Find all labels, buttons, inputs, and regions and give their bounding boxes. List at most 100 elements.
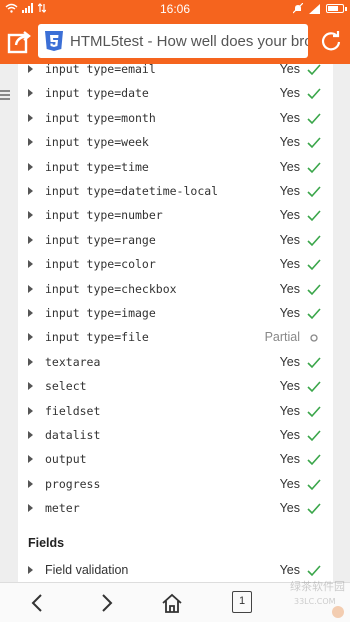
feature-label: meter [45, 501, 80, 516]
expand-arrow-icon[interactable] [28, 382, 33, 391]
expand-arrow-icon[interactable] [28, 309, 33, 317]
check-icon [307, 64, 321, 76]
feature-result: Partial [264, 330, 300, 345]
feature-row[interactable]: input type=color Yes [18, 253, 333, 277]
check-icon [307, 88, 321, 100]
reload-icon[interactable] [320, 30, 342, 52]
feature-result: Yes [279, 428, 300, 442]
status-icons-right [293, 3, 347, 14]
feature-row[interactable]: datalist Yes [18, 424, 333, 448]
feature-result: Yes [279, 476, 300, 491]
feature-result: Yes [279, 110, 300, 125]
check-icon [307, 503, 321, 515]
expand-arrow-icon[interactable] [28, 333, 33, 342]
expand-arrow-icon[interactable] [28, 357, 33, 366]
check-icon [307, 235, 321, 246]
check-icon [307, 137, 321, 149]
expand-arrow-icon[interactable] [28, 162, 33, 171]
feature-row[interactable]: select Yes [18, 375, 333, 399]
feature-result: Yes [279, 232, 300, 247]
expand-arrow-icon[interactable] [28, 211, 33, 220]
results-card: Fields input type=email Yes input type=dat… [18, 64, 333, 582]
check-icon [307, 406, 321, 417]
partial-circle-icon [310, 334, 318, 343]
notification-off-icon [293, 3, 303, 14]
feature-result: Yes [279, 159, 300, 174]
check-icon [307, 284, 321, 295]
share-icon[interactable] [6, 27, 34, 55]
feature-label: input type=image [45, 306, 156, 320]
feature-label: input type=email [45, 64, 156, 76]
expand-arrow-icon[interactable] [28, 89, 33, 98]
expand-arrow-icon[interactable] [28, 187, 33, 195]
feature-row[interactable]: input type=file Partial [18, 326, 333, 350]
expand-arrow-icon[interactable] [28, 235, 33, 244]
expand-arrow-icon[interactable] [28, 65, 33, 73]
feature-row[interactable]: input type=number Yes [18, 204, 333, 228]
feature-row[interactable]: input type=range Yes [18, 229, 333, 253]
expand-arrow-icon[interactable] [28, 260, 33, 269]
check-icon [307, 430, 321, 442]
feature-row[interactable]: input type=datetime-local Yes [18, 180, 333, 204]
feature-row[interactable]: input type=date Yes [18, 82, 333, 106]
page-title: HTML5test - How well does your browser s… [70, 32, 308, 50]
feature-label: input type=date [45, 86, 149, 101]
feature-label: datalist [45, 428, 101, 442]
watermark-text: 绿茶软件园 [290, 579, 345, 593]
feature-row[interactable]: input type=checkbox Yes [18, 278, 333, 302]
check-icon [307, 210, 321, 222]
page-content[interactable]: Fields input type=email Yes input type=dat… [0, 64, 350, 582]
feature-label: input type=file [45, 330, 149, 345]
check-icon [307, 186, 321, 198]
feature-result: Yes [279, 184, 300, 198]
feature-label: progress [45, 476, 101, 491]
feature-result: Yes [279, 208, 300, 223]
expand-arrow-icon[interactable] [28, 431, 33, 439]
address-bar[interactable]: HTML5test - How well does your browser s… [38, 24, 308, 58]
expand-arrow-icon[interactable] [28, 113, 33, 122]
side-menu-icon[interactable] [0, 90, 10, 102]
watermark-subtext: 33LC.COM [294, 597, 336, 606]
feature-row[interactable]: input type=month Yes [18, 107, 333, 131]
feature-result: Yes [279, 135, 300, 150]
feature-row[interactable]: meter Yes [18, 497, 333, 521]
feature-row[interactable]: input type=time Yes [18, 156, 333, 180]
status-bar: 16:06 [0, 0, 350, 18]
feature-label: input type=time [45, 159, 149, 174]
feature-row[interactable]: textarea Yes [18, 351, 333, 375]
feature-label: input type=range [45, 232, 156, 247]
feature-row[interactable]: input type=week Yes [18, 131, 333, 155]
feature-label: input type=week [45, 135, 149, 150]
feature-row[interactable]: output Yes [18, 448, 333, 472]
expand-arrow-icon[interactable] [28, 455, 33, 464]
feature-result: Yes [279, 379, 300, 394]
expand-arrow-icon[interactable] [28, 406, 33, 415]
check-icon [307, 113, 321, 124]
feature-label: select [45, 379, 87, 394]
feature-label: textarea [45, 354, 101, 369]
feature-row[interactable]: progress Yes [18, 473, 333, 497]
battery-icon [326, 4, 347, 13]
expand-arrow-icon[interactable] [28, 284, 33, 293]
forward-icon[interactable] [94, 591, 118, 615]
check-icon [307, 454, 321, 466]
expand-arrow-icon[interactable] [28, 565, 33, 574]
feature-result: Yes [279, 452, 300, 467]
feature-row[interactable]: input type=email Yes [18, 64, 333, 82]
expand-arrow-icon[interactable] [28, 138, 33, 147]
tabs-button[interactable]: 1 [232, 591, 252, 613]
expand-arrow-icon[interactable] [28, 504, 33, 513]
expand-arrow-icon[interactable] [28, 479, 33, 488]
fields-section-heading: Fields [28, 535, 65, 550]
feature-result: Yes [279, 403, 300, 418]
check-icon [307, 308, 321, 320]
feature-label: Field validation [45, 562, 129, 577]
feature-label: input type=color [45, 257, 156, 272]
check-icon [307, 479, 321, 490]
back-icon[interactable] [26, 591, 50, 615]
home-icon[interactable] [160, 591, 184, 615]
feature-row[interactable]: Field validation Yes [18, 559, 333, 582]
feature-row[interactable]: input type=image Yes [18, 302, 333, 326]
feature-row[interactable]: fieldset Yes [18, 400, 333, 424]
feature-label: input type=month [45, 110, 156, 125]
